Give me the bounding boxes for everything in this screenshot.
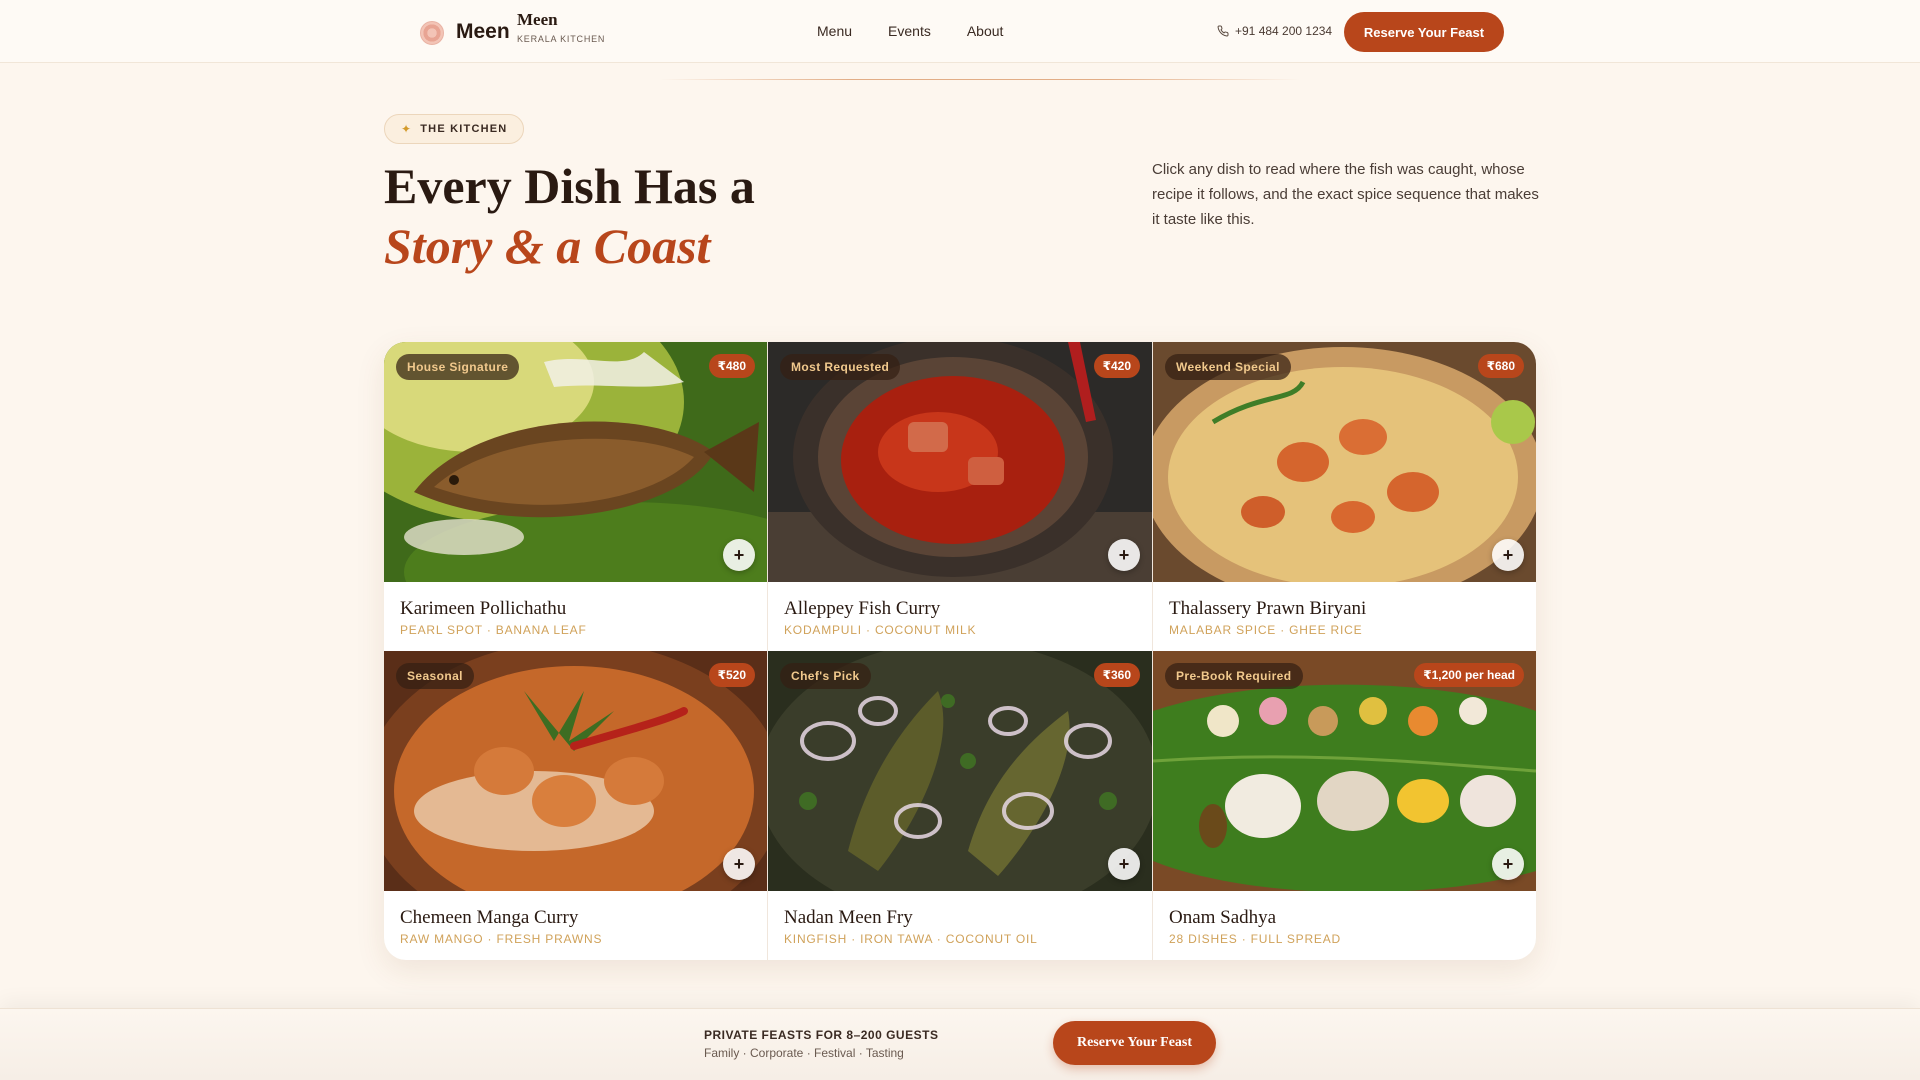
- plus-icon[interactable]: +: [1492, 539, 1524, 571]
- plus-icon[interactable]: +: [1108, 848, 1140, 880]
- section-pill-label: THE KITCHEN: [420, 123, 508, 135]
- dish-price: ₹520: [708, 663, 755, 687]
- dish-meta: KODAMPULI · COCONUT MILK: [784, 623, 977, 637]
- phone-icon: [1217, 25, 1229, 37]
- brand-title: Meen: [517, 10, 558, 29]
- dish-meta: PEARL SPOT · BANANA LEAF: [400, 623, 587, 637]
- dish-tag: Chef's Pick: [780, 663, 871, 689]
- bar-subtitle: Family · Corporate · Festival · Tasting: [704, 1046, 904, 1060]
- dish-name: Onam Sadhya: [1169, 907, 1277, 928]
- dish-price: ₹360: [1093, 663, 1140, 687]
- dish-card[interactable]: Seasonal ₹520 + Chemeen Manga Curry RAW …: [384, 651, 767, 960]
- dish-tag: Pre-Book Required: [1165, 663, 1303, 689]
- dish-card[interactable]: Pre-Book Required ₹1,200 per head + Onam…: [1153, 651, 1536, 960]
- dish-name: Nadan Meen Fry: [784, 907, 913, 928]
- plus-icon[interactable]: +: [723, 539, 755, 571]
- title-line-2: Story & a Coast: [384, 218, 711, 274]
- main-nav: Menu Events About: [817, 23, 1003, 39]
- title-line-1: Every Dish Has a: [384, 158, 755, 214]
- dish-card[interactable]: Most Requested ₹420 + Alleppey Fish Curr…: [768, 342, 1152, 651]
- dish-card[interactable]: House Signature ₹480 + Karimeen Pollicha…: [384, 342, 767, 651]
- dish-tag: House Signature: [396, 354, 520, 380]
- nav-link-menu[interactable]: Menu: [817, 23, 852, 39]
- plus-icon[interactable]: +: [1108, 539, 1140, 571]
- dish-name: Thalassery Prawn Biryani: [1169, 598, 1367, 619]
- dish-card[interactable]: Weekend Special ₹680 + Thalassery Prawn …: [1153, 342, 1536, 651]
- dish-name: Karimeen Pollichathu: [400, 598, 567, 619]
- phone-link[interactable]: +91 484 200 1234: [1217, 24, 1332, 38]
- hero-description: Click any dish to read where the fish wa…: [1152, 161, 1539, 228]
- dish-name: Chemeen Manga Curry: [400, 907, 579, 928]
- phone-number: +91 484 200 1234: [1235, 24, 1333, 38]
- dish-meta: KINGFISH · IRON TAWA · COCONUT OIL: [784, 932, 1038, 946]
- dish-meta: MALABAR SPICE · GHEE RICE: [1169, 623, 1363, 637]
- logo-icon[interactable]: [420, 21, 444, 45]
- sticky-reservation-bar: PRIVATE FEASTS FOR 8–200 GUESTS Family ·…: [0, 1008, 1920, 1080]
- page-title: Every Dish Has a Story & a Coast: [384, 156, 755, 276]
- sparkle-icon: ✦: [401, 122, 413, 136]
- section-pill: ✦ THE KITCHEN: [384, 114, 525, 144]
- site-header: Meen Meen KERALA KITCHEN Menu Events Abo…: [0, 0, 1920, 63]
- dish-grid: House Signature ₹480 + Karimeen Pollicha…: [384, 342, 1536, 960]
- dish-meta: 28 DISHES · FULL SPREAD: [1169, 932, 1342, 946]
- dish-price: ₹1,200 per head: [1414, 663, 1524, 687]
- dish-price: ₹680: [1477, 354, 1524, 378]
- reserve-button-header[interactable]: Reserve Your Feast: [1344, 12, 1504, 52]
- bar-title: PRIVATE FEASTS FOR 8–200 GUESTS: [704, 1028, 939, 1042]
- dish-meta: RAW MANGO · FRESH PRAWNS: [400, 932, 603, 946]
- logo-name[interactable]: Meen: [456, 20, 510, 44]
- reserve-button-bar[interactable]: Reserve Your Feast: [1053, 1021, 1216, 1065]
- nav-link-events[interactable]: Events: [888, 23, 931, 39]
- dish-card[interactable]: Chef's Pick ₹360 + Nadan Meen Fry KINGFI…: [768, 651, 1152, 960]
- brand-subtitle: KERALA KITCHEN: [517, 34, 606, 44]
- plus-icon[interactable]: +: [723, 848, 755, 880]
- dish-tag: Weekend Special: [1165, 354, 1291, 380]
- dish-name: Alleppey Fish Curry: [784, 598, 941, 619]
- dish-tag: Seasonal: [396, 663, 474, 689]
- nav-link-about[interactable]: About: [967, 23, 1004, 39]
- divider-line: [660, 79, 1300, 80]
- brand-block: Meen KERALA KITCHEN: [517, 10, 605, 44]
- dish-price: ₹480: [708, 354, 755, 378]
- dish-price: ₹420: [1093, 354, 1140, 378]
- plus-icon[interactable]: +: [1492, 848, 1524, 880]
- dish-tag: Most Requested: [780, 354, 901, 380]
